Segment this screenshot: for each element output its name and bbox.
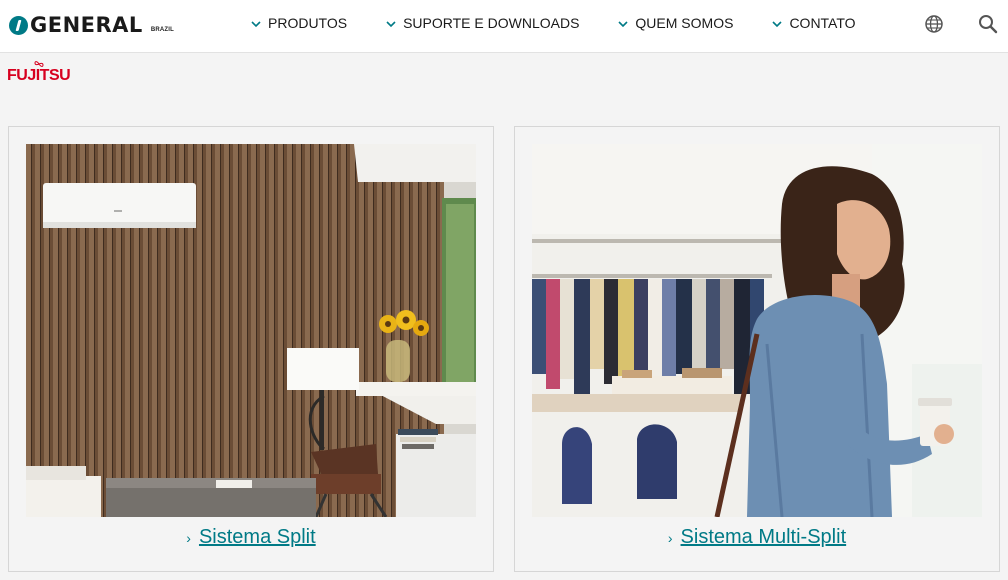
multi-split-system-link[interactable]: › Sistema Multi-Split (515, 526, 999, 549)
chevron-down-icon (772, 21, 783, 28)
fujitsu-text: FUJITSU (7, 67, 71, 84)
nav-item-produtos[interactable]: PRODUTOS (250, 15, 347, 31)
product-card-multi-split: › Sistema Multi-Split (514, 126, 1000, 572)
product-card-split: › Sistema Split (8, 126, 494, 572)
split-system-link[interactable]: › Sistema Split (9, 526, 493, 549)
nav-item-suporte[interactable]: SUPORTE E DOWNLOADS (385, 15, 579, 31)
logo-text: GENERAL (30, 13, 143, 37)
logo-badge-icon (9, 15, 28, 35)
multi-split-system-image[interactable] (532, 144, 982, 517)
nav-label: SUPORTE E DOWNLOADS (403, 15, 580, 31)
chevron-down-icon (386, 21, 396, 28)
chevron-down-icon (251, 21, 261, 28)
globe-icon[interactable] (924, 14, 944, 34)
main-nav: PRODUTOS SUPORTE E DOWNLOADS QUEM SOMOS … (250, 0, 856, 46)
nav-item-contato[interactable]: CONTATO (771, 15, 856, 31)
nav-label: PRODUTOS (268, 15, 348, 31)
search-icon[interactable] (978, 14, 998, 34)
nav-label: QUEM SOMOS (635, 15, 734, 31)
nav-item-quem-somos[interactable]: QUEM SOMOS (617, 15, 733, 31)
chevron-right-icon: › (667, 530, 673, 546)
chevron-down-icon (618, 21, 628, 28)
nav-label: CONTATO (789, 15, 856, 31)
multi-split-system-link-label: Sistema Multi-Split (680, 526, 847, 548)
fujitsu-logo[interactable]: FUJITSU (7, 60, 71, 90)
site-header: GENERAL BRAZIL PRODUTOS SUPORTE E DOWNLO… (0, 0, 1008, 53)
general-logo[interactable]: GENERAL BRAZIL (9, 13, 174, 37)
split-system-link-label: Sistema Split (198, 526, 316, 548)
split-system-image[interactable] (26, 144, 476, 517)
chevron-right-icon: › (186, 530, 191, 546)
logo-country: BRAZIL (150, 27, 175, 33)
